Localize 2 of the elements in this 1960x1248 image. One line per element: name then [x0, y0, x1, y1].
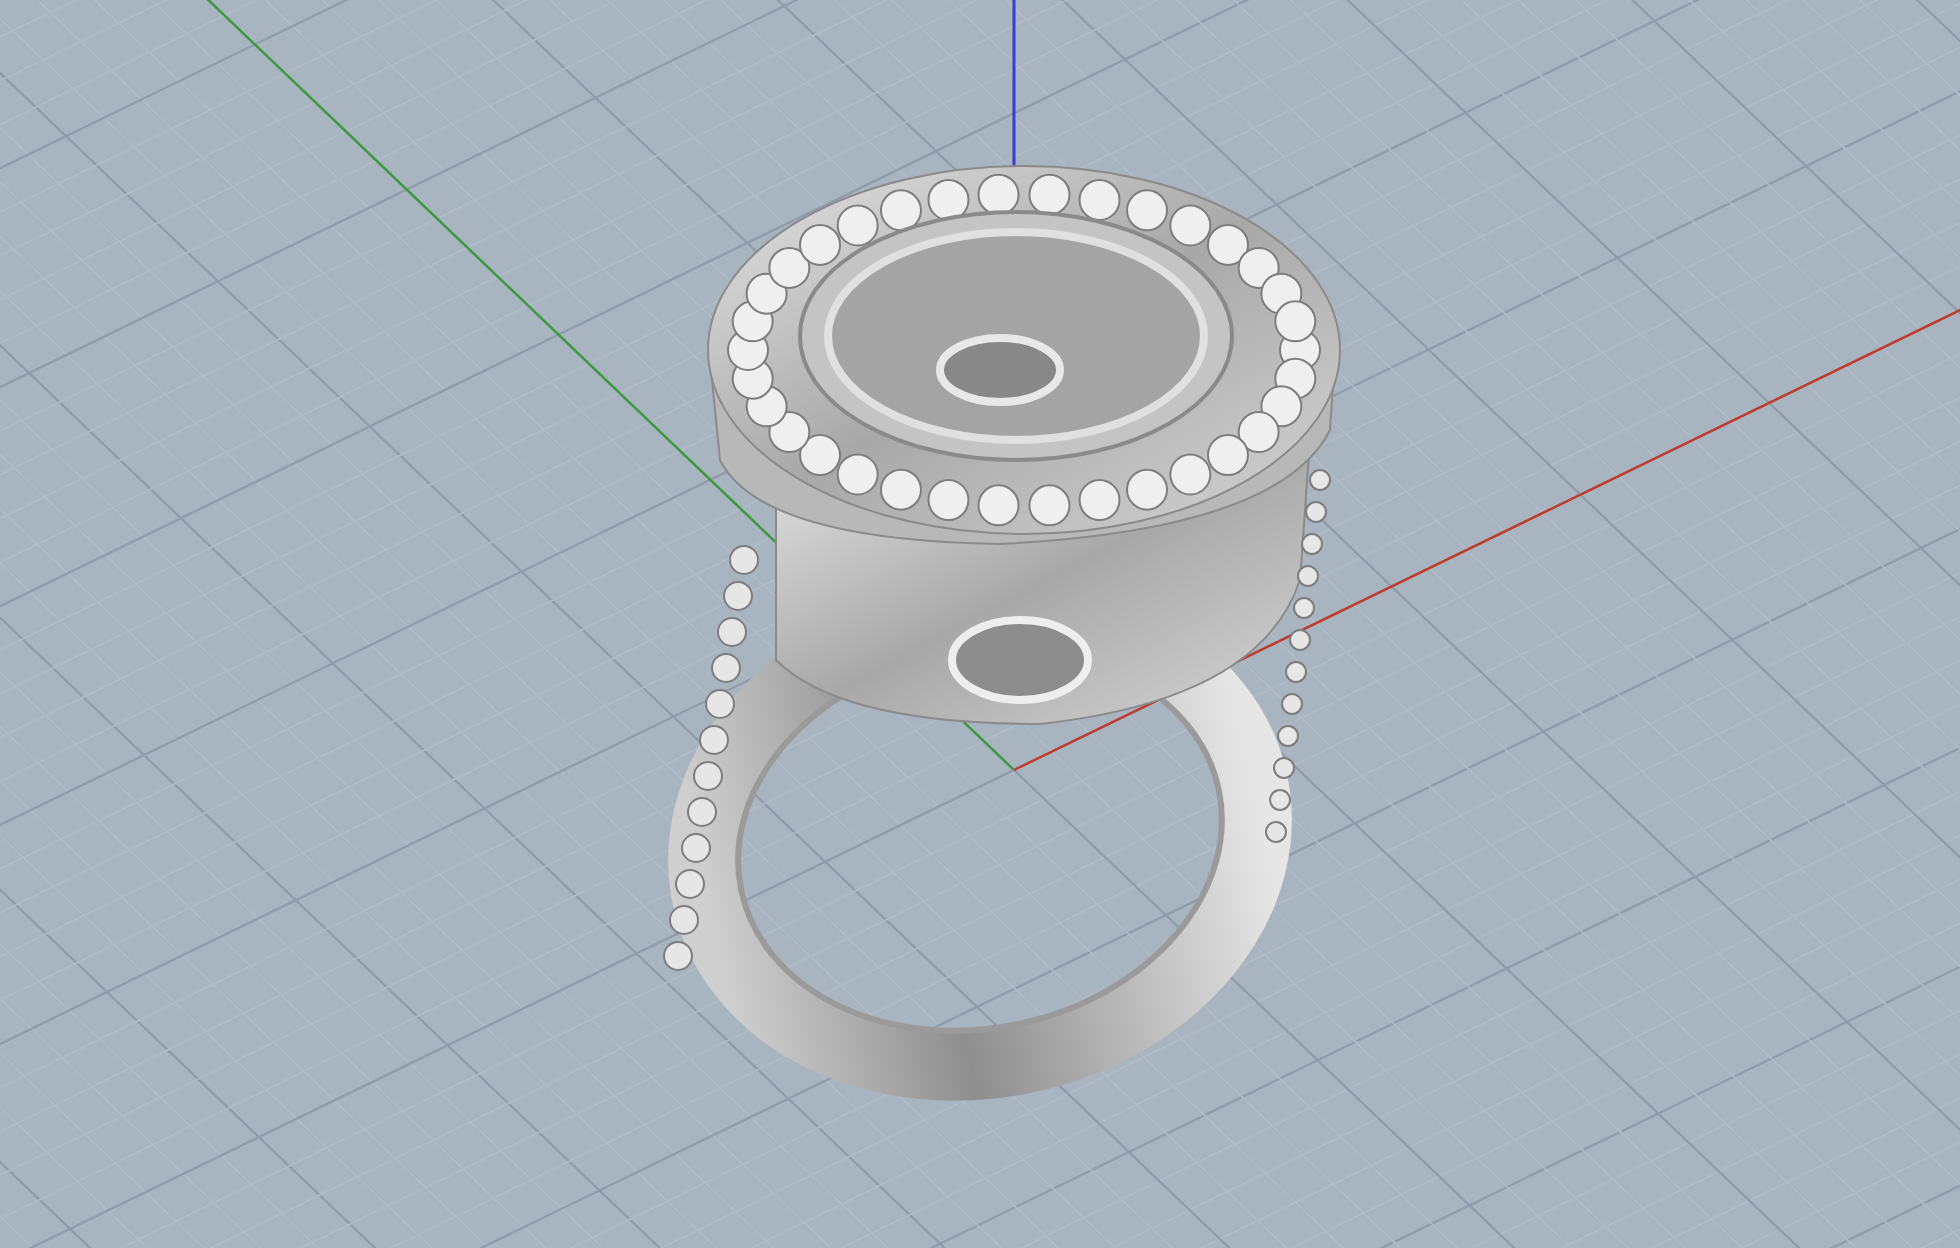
ring-drawing[interactable]	[663, 165, 1341, 1101]
perspective-viewport[interactable]	[0, 0, 1960, 1248]
